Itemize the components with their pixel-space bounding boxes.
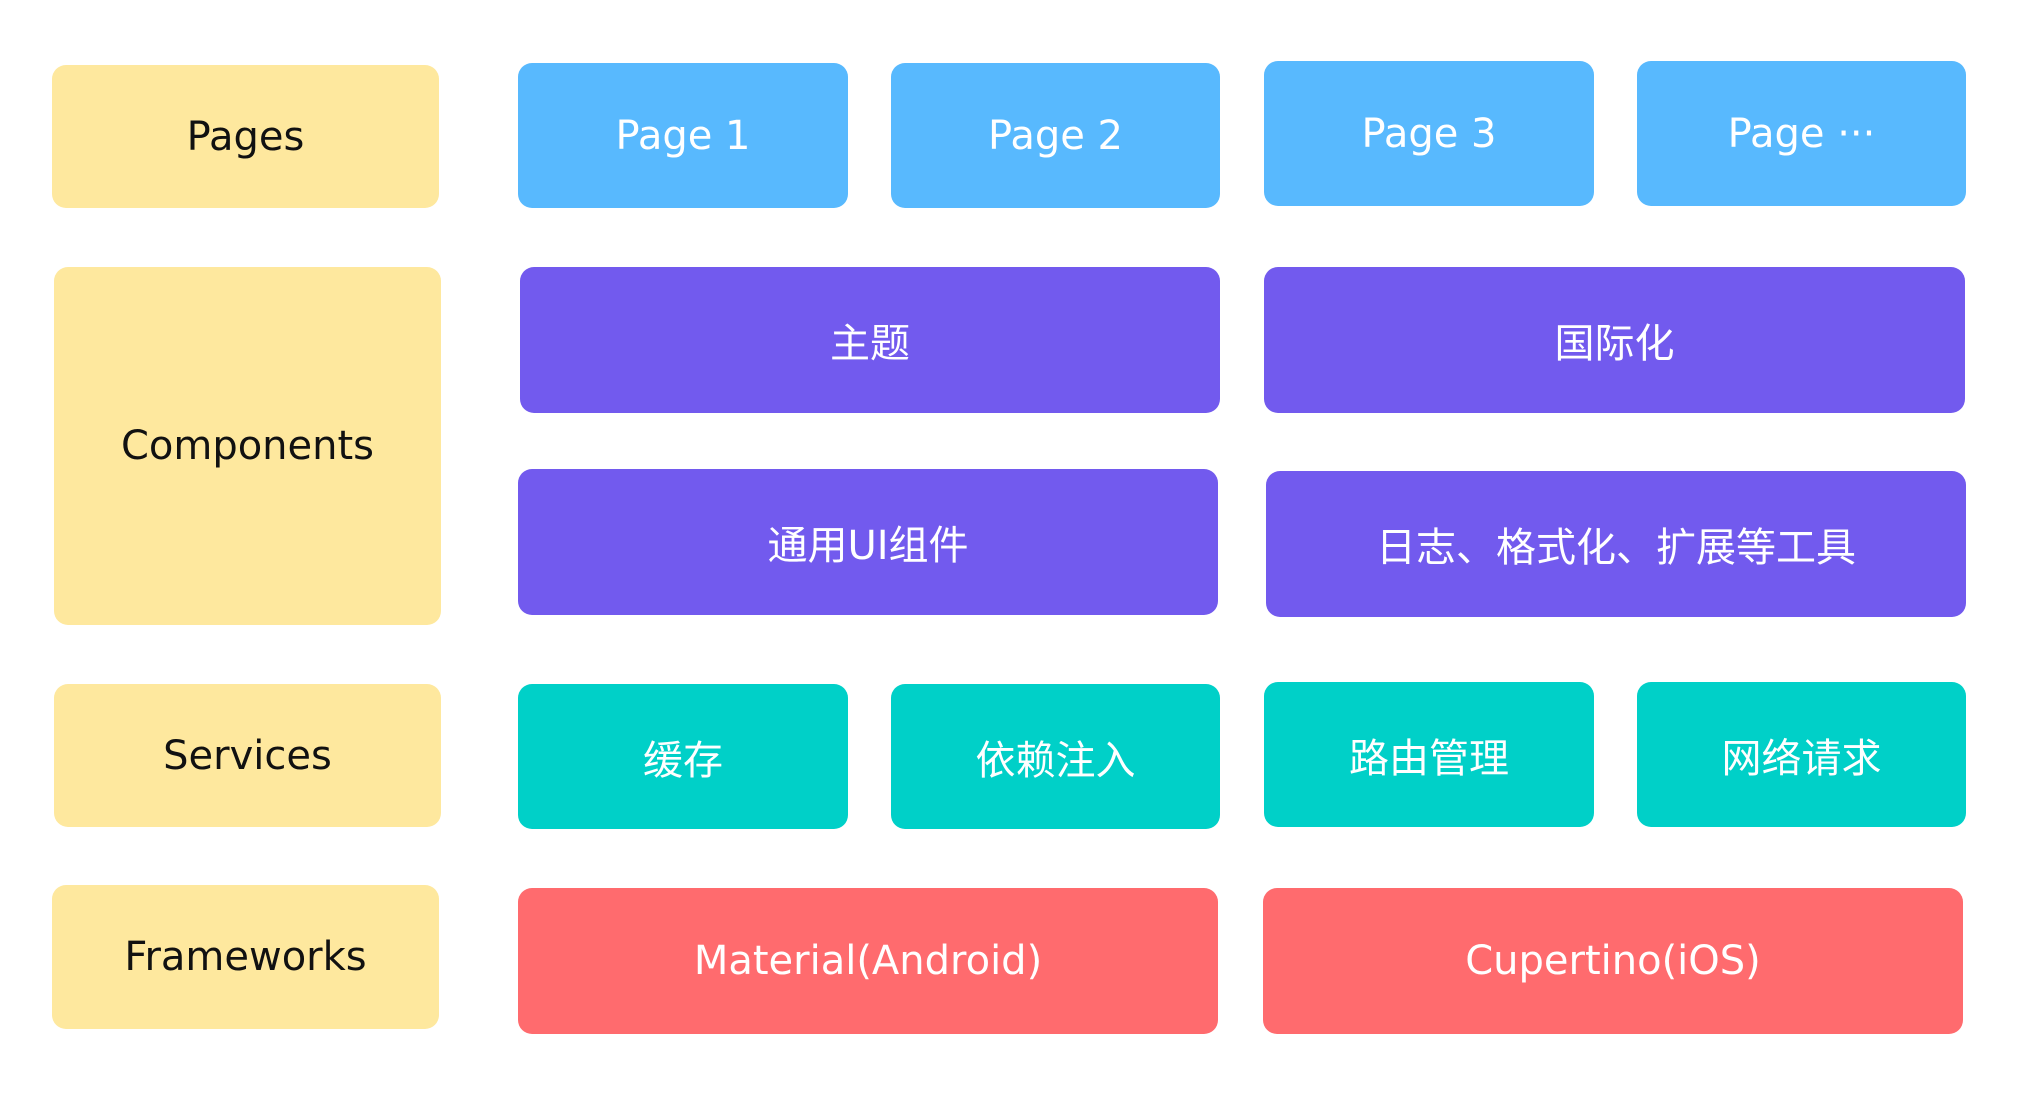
routing-block: 路由管理	[1264, 682, 1594, 827]
material-android-block: Material(Android)	[518, 888, 1218, 1034]
page-more-block: Page ···	[1637, 61, 1966, 206]
layer-label-services: Services	[54, 684, 441, 827]
dependency-injection-block: 依赖注入	[891, 684, 1220, 829]
common-ui-components-block: 通用UI组件	[518, 469, 1218, 615]
utilities-block: 日志、格式化、扩展等工具	[1266, 471, 1966, 617]
page-3-block: Page 3	[1264, 61, 1594, 206]
network-request-block: 网络请求	[1637, 682, 1966, 827]
layer-label-pages: Pages	[52, 65, 439, 208]
cupertino-ios-block: Cupertino(iOS)	[1263, 888, 1963, 1034]
cache-block: 缓存	[518, 684, 848, 829]
theme-block: 主题	[520, 267, 1220, 413]
page-2-block: Page 2	[891, 63, 1220, 208]
i18n-block: 国际化	[1264, 267, 1965, 413]
layer-label-frameworks: Frameworks	[52, 885, 439, 1029]
page-1-block: Page 1	[518, 63, 848, 208]
layer-label-components: Components	[54, 267, 441, 625]
